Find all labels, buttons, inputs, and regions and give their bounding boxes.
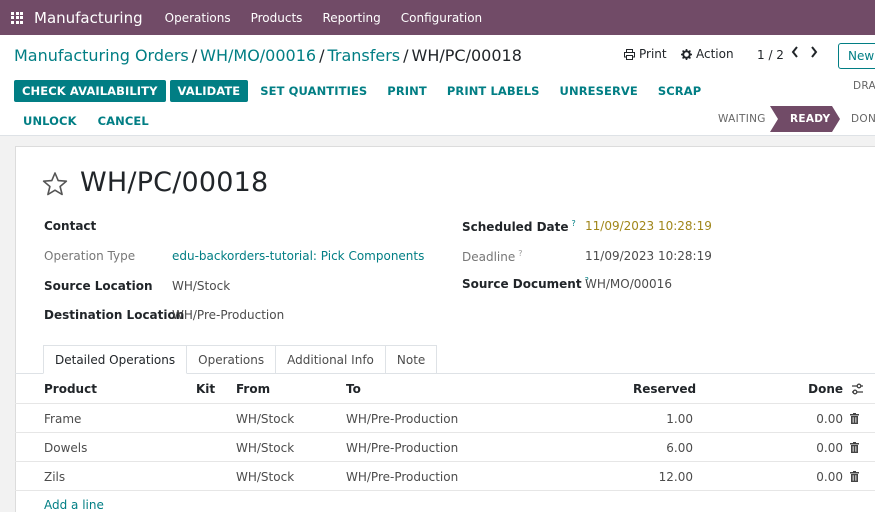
record-title: WH/PC/00018: [80, 167, 269, 198]
help-icon[interactable]: ?: [518, 249, 522, 258]
status-ready[interactable]: READY: [770, 106, 840, 132]
status-done[interactable]: DON: [851, 106, 875, 132]
cell-product: Frame: [44, 412, 82, 426]
contact-label: Contact: [44, 219, 97, 233]
cell-from: WH/Stock: [236, 412, 295, 426]
scheduled-date-label-text: Scheduled Date: [462, 220, 569, 234]
status-waiting[interactable]: WAITING: [718, 106, 766, 132]
column-settings-icon[interactable]: [851, 383, 864, 395]
action-button[interactable]: Action: [681, 47, 734, 61]
cell-reserved: 6.00: [666, 441, 693, 455]
breadcrumb-current: WH/PC/00018: [411, 46, 522, 65]
gear-icon: [681, 48, 692, 60]
source-location-value[interactable]: WH/Stock: [172, 279, 230, 293]
source-document-value[interactable]: WH/MO/00016: [585, 277, 672, 291]
cancel-button[interactable]: CANCEL: [92, 110, 155, 132]
set-quantities-button[interactable]: SET QUANTITIES: [252, 80, 375, 102]
column-header-from[interactable]: From: [236, 382, 270, 396]
row-divider: [15, 432, 875, 433]
scheduled-date-value[interactable]: 11/09/2023 10:28:19: [585, 219, 712, 233]
column-header-kit[interactable]: Kit: [196, 382, 215, 396]
breadcrumb-separator: /: [403, 46, 409, 65]
tab-additional-info[interactable]: Additional Info: [275, 345, 386, 374]
add-line-link[interactable]: Add a line: [44, 498, 104, 512]
destination-location-label: Destination Location: [44, 308, 185, 322]
scrap-button[interactable]: SCRAP: [650, 80, 709, 102]
print-icon: [624, 48, 635, 60]
tab-detailed-operations[interactable]: Detailed Operations: [43, 345, 188, 374]
column-header-done[interactable]: Done: [783, 382, 843, 396]
breadcrumb-separator: /: [191, 46, 198, 65]
cell-to: WH/Pre-Production: [346, 412, 459, 426]
pager-value[interactable]: 1 / 2: [757, 48, 784, 62]
validate-button[interactable]: VALIDATE: [169, 80, 249, 102]
print-labels-button[interactable]: PRINT LABELS: [439, 80, 548, 102]
unlock-button[interactable]: UNLOCK: [14, 110, 86, 132]
deadline-label: Deadline?: [462, 249, 523, 264]
top-navbar: Manufacturing Operations Products Report…: [0, 0, 875, 35]
row-divider: [15, 490, 875, 491]
row-divider: [15, 461, 875, 462]
cell-reserved: 12.00: [658, 470, 693, 484]
cell-reserved: 1.00: [666, 412, 693, 426]
secondary-buttons-row: UNLOCK CANCEL: [14, 110, 155, 132]
action-label: Action: [696, 47, 734, 61]
chevron-right-icon[interactable]: [810, 46, 818, 62]
cell-done: 0.00: [816, 470, 843, 484]
notebook-tabs: Detailed Operations Operations Additiona…: [43, 345, 438, 374]
breadcrumb-separator: /: [319, 46, 325, 65]
cell-to: WH/Pre-Production: [346, 441, 459, 455]
cell-from: WH/Stock: [236, 441, 295, 455]
cell-done: 0.00: [816, 441, 843, 455]
print-button[interactable]: Print: [624, 47, 667, 61]
trash-icon[interactable]: [850, 413, 859, 424]
status-draft[interactable]: DRA: [853, 80, 875, 92]
print-report-button[interactable]: PRINT: [379, 80, 435, 102]
cell-done: 0.00: [816, 412, 843, 426]
star-icon[interactable]: [42, 171, 68, 197]
help-icon[interactable]: ?: [572, 219, 576, 228]
column-header-to[interactable]: To: [346, 382, 361, 396]
cell-product: Dowels: [44, 441, 88, 455]
operation-type-value[interactable]: edu-backorders-tutorial: Pick Components: [172, 249, 424, 263]
breadcrumb-manufacturing-orders[interactable]: Manufacturing Orders: [14, 46, 189, 65]
breadcrumb: Manufacturing Orders / WH/MO/00016/Transfe…: [14, 46, 522, 65]
form-sheet: [15, 146, 875, 512]
new-button[interactable]: New: [838, 43, 875, 69]
app-name[interactable]: Manufacturing: [34, 9, 143, 27]
check-availability-button[interactable]: CHECK AVAILABILITY: [14, 80, 166, 102]
control-panel: Manufacturing Orders / WH/MO/00016/Transfe…: [0, 35, 875, 136]
chevron-left-icon[interactable]: [791, 46, 799, 62]
menu-products[interactable]: Products: [251, 11, 303, 25]
print-label: Print: [639, 47, 667, 61]
operation-type-label: Operation Type: [44, 249, 136, 263]
menu-operations[interactable]: Operations: [165, 11, 231, 25]
tab-note[interactable]: Note: [384, 345, 438, 374]
source-location-label: Source Location: [44, 279, 153, 293]
scheduled-date-label: Scheduled Date?: [462, 219, 576, 234]
tab-operations[interactable]: Operations: [186, 345, 277, 374]
destination-location-value[interactable]: WH/Pre-Production: [172, 308, 284, 322]
deadline-label-text: Deadline: [462, 250, 516, 264]
column-header-product[interactable]: Product: [44, 382, 97, 396]
header-divider: [15, 403, 875, 404]
cell-product: Zils: [44, 470, 66, 484]
cell-from: WH/Stock: [236, 470, 295, 484]
source-document-label-text: Source Document: [462, 277, 582, 291]
deadline-value[interactable]: 11/09/2023 10:28:19: [585, 249, 712, 263]
source-document-label: Source Document?: [462, 276, 589, 291]
action-buttons-row: CHECK AVAILABILITY VALIDATE SET QUANTITI…: [14, 80, 709, 102]
unreserve-button[interactable]: UNRESERVE: [552, 80, 646, 102]
column-header-reserved[interactable]: Reserved: [633, 382, 696, 396]
menu-reporting[interactable]: Reporting: [322, 11, 380, 25]
trash-icon[interactable]: [850, 471, 859, 482]
cell-to: WH/Pre-Production: [346, 470, 459, 484]
apps-grid-icon[interactable]: [11, 11, 23, 24]
trash-icon[interactable]: [850, 442, 859, 453]
breadcrumb-mo[interactable]: WH/MO/00016: [200, 46, 316, 65]
breadcrumb-transfers[interactable]: Transfers: [327, 46, 400, 65]
menu-configuration[interactable]: Configuration: [401, 11, 482, 25]
